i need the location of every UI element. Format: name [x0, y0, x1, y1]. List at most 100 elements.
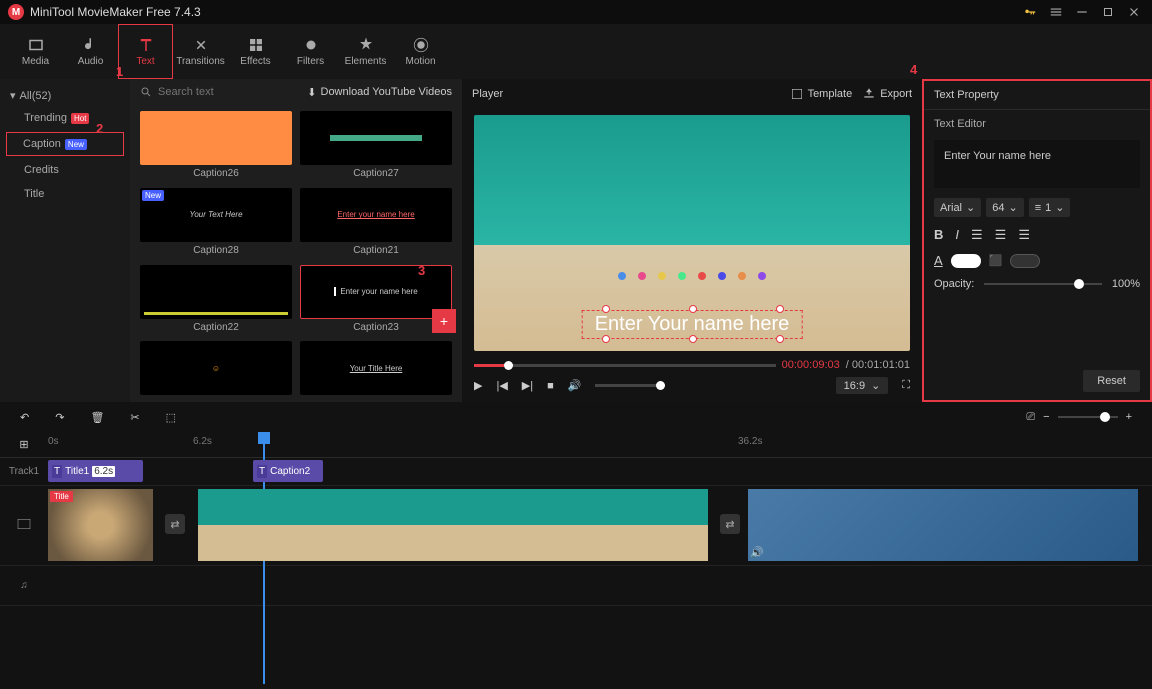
chevron-down-icon: ⌄: [871, 379, 880, 392]
text-editor[interactable]: Enter Your name here: [934, 140, 1140, 188]
undo-icon[interactable]: ↶: [20, 411, 29, 424]
sidebar-credits[interactable]: Credits: [0, 158, 130, 182]
time-current: 00:00:09:03: [782, 359, 840, 371]
sidebar-all[interactable]: ▾ All(52): [0, 85, 130, 106]
menu-icon[interactable]: [1046, 2, 1066, 22]
opacity-slider[interactable]: [984, 283, 1102, 285]
sidebar-caption[interactable]: CaptionNew: [6, 132, 124, 156]
property-title: Text Property: [924, 81, 1150, 110]
color-swatch[interactable]: [951, 254, 981, 268]
toolbar-media[interactable]: Media: [8, 24, 63, 79]
volume-icon[interactable]: 🔊: [568, 379, 582, 392]
reset-button[interactable]: Reset: [1083, 370, 1140, 392]
video-clip-1[interactable]: Title: [48, 489, 153, 561]
app-title: MiniTool MovieMaker Free 7.4.3: [30, 5, 1014, 19]
crop-icon[interactable]: ⬚: [166, 411, 176, 424]
bold-button[interactable]: B: [934, 227, 943, 243]
thumb-caption27[interactable]: Caption27: [300, 111, 452, 180]
sync-icon[interactable]: ⇄: [165, 514, 185, 534]
opacity-label: Opacity:: [934, 278, 974, 290]
align-center-icon[interactable]: ☰: [995, 227, 1007, 243]
thumb-extra2[interactable]: Your Title Here: [300, 341, 452, 396]
volume-slider[interactable]: [595, 384, 665, 387]
search-input[interactable]: [158, 86, 301, 98]
cut-icon[interactable]: ✂: [130, 411, 139, 424]
editor-label: Text Editor: [934, 118, 1140, 130]
zoom-slider[interactable]: [1058, 416, 1118, 418]
export-button[interactable]: Export: [862, 87, 912, 101]
opacity-value: 100%: [1112, 278, 1140, 290]
next-icon[interactable]: ▶|: [522, 379, 533, 392]
video-clip-2[interactable]: [198, 489, 708, 561]
thumb-caption23[interactable]: Enter your name here + Caption23: [300, 265, 452, 334]
thumb-caption22[interactable]: Caption22: [140, 265, 292, 334]
player-panel: Player Template Export Enter Your name h…: [462, 79, 922, 402]
marker-1: 1: [116, 64, 123, 79]
zoom-out-icon[interactable]: −: [1043, 411, 1049, 423]
sidebar-trending[interactable]: TrendingHot: [0, 106, 130, 130]
titlebar: M MiniTool MovieMaker Free 7.4.3: [0, 0, 1152, 24]
play-icon[interactable]: ▶: [474, 379, 482, 392]
aspect-select[interactable]: 16:9 ⌄: [836, 377, 889, 394]
music-track-icon: ♫: [20, 580, 28, 591]
align-left-icon[interactable]: ☰: [971, 227, 983, 243]
playhead[interactable]: [258, 432, 270, 444]
size-select[interactable]: 64 ⌄: [986, 198, 1023, 217]
close-icon[interactable]: [1124, 2, 1144, 22]
text-gallery: ⬇ Download YouTube Videos Caption26 Capt…: [130, 79, 462, 402]
clip-title1[interactable]: TTitle16.2s: [48, 460, 143, 482]
toolbar-transitions[interactable]: Transitions: [173, 24, 228, 79]
video-clip-3[interactable]: 🔊: [748, 489, 1138, 561]
property-panel: Text Property Text Editor Enter Your nam…: [922, 79, 1152, 402]
marker-4: 4: [910, 62, 917, 77]
toolbar-filters[interactable]: Filters: [283, 24, 338, 79]
delete-icon[interactable]: 🗑: [90, 411, 104, 424]
add-button[interactable]: +: [432, 309, 456, 333]
download-link[interactable]: ⬇ Download YouTube Videos: [307, 86, 452, 99]
progress-bar[interactable]: [474, 364, 776, 367]
bg-label-icon: ⬛: [989, 254, 1003, 267]
preview-area[interactable]: Enter Your name here: [474, 115, 910, 351]
main-toolbar: Media Audio Text Transitions Effects Fil…: [0, 24, 1152, 79]
ruler[interactable]: 0s 6.2s 36.2s: [48, 432, 1152, 457]
toolbar-effects[interactable]: Effects: [228, 24, 283, 79]
toolbar-elements[interactable]: Elements: [338, 24, 393, 79]
fullscreen-icon[interactable]: ⛶: [902, 379, 910, 392]
timeline: ↶ ↷ 🗑 ✂ ⬚ ⎚ − + ⊞ 0s 6.2s 36.2s Track1 T…: [0, 402, 1152, 689]
bg-toggle[interactable]: [1010, 254, 1040, 268]
marker-2: 2: [96, 121, 103, 136]
fit-icon[interactable]: ⎚: [1026, 411, 1035, 424]
zoom-in-icon[interactable]: +: [1126, 411, 1132, 423]
player-title: Player: [472, 88, 780, 100]
stop-icon[interactable]: ■: [547, 380, 554, 392]
app-logo: M: [8, 4, 24, 20]
align-right-icon[interactable]: ☰: [1018, 227, 1030, 243]
key-icon[interactable]: [1020, 2, 1040, 22]
thumb-extra1[interactable]: ☺: [140, 341, 292, 396]
thumb-caption28[interactable]: NewYour Text HereCaption28: [140, 188, 292, 257]
category-sidebar: ▾ All(52) TrendingHot CaptionNew Credits…: [0, 79, 130, 402]
font-select[interactable]: Arial ⌄: [934, 198, 981, 217]
template-button[interactable]: Template: [790, 87, 853, 101]
video-track-icon: [16, 516, 32, 532]
toolbar-text[interactable]: Text: [118, 24, 173, 79]
add-track-icon[interactable]: ⊞: [0, 432, 48, 457]
search-icon: [140, 86, 152, 98]
clip-caption23[interactable]: TCaption2: [253, 460, 323, 482]
marker-3: 3: [418, 263, 425, 278]
sidebar-title[interactable]: Title: [0, 182, 130, 206]
text-color-icon[interactable]: A: [934, 253, 943, 268]
toolbar-audio[interactable]: Audio: [63, 24, 118, 79]
speaker-icon: 🔊: [750, 546, 764, 559]
toolbar-motion[interactable]: Motion: [393, 24, 448, 79]
thumb-caption21[interactable]: Enter your name hereCaption21: [300, 188, 452, 257]
line-select[interactable]: ≡ 1 ⌄: [1029, 198, 1071, 217]
sync-icon-2[interactable]: ⇄: [720, 514, 740, 534]
redo-icon[interactable]: ↷: [55, 411, 64, 424]
italic-button[interactable]: I: [955, 227, 959, 243]
track1-label: Track1: [0, 466, 48, 477]
prev-icon[interactable]: |◀: [496, 379, 507, 392]
minimize-icon[interactable]: [1072, 2, 1092, 22]
thumb-caption26[interactable]: Caption26: [140, 111, 292, 180]
maximize-icon[interactable]: [1098, 2, 1118, 22]
